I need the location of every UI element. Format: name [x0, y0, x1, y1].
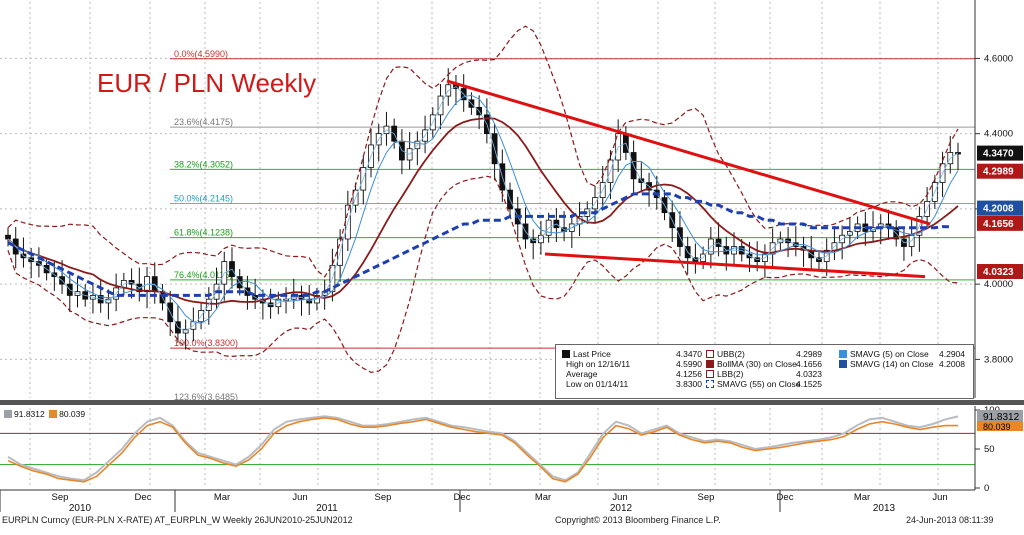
bollma-icon: [706, 360, 714, 368]
x-tick-label: Jun: [612, 492, 627, 503]
y-tick-label: 4.4000: [984, 129, 1013, 140]
candle-icon: [562, 350, 570, 358]
x-tick-label: Mar: [214, 492, 230, 503]
footer-center: Copyright© 2013 Bloomberg Finance L.P.: [555, 515, 721, 525]
osc-y-tick-label: 50: [984, 444, 995, 455]
fib-label: 23.6%(4.4175): [174, 117, 233, 127]
osc-tag-2: 80.039: [983, 422, 1011, 432]
smavg55-icon: [706, 380, 714, 388]
price-tag-label: 4.2989: [983, 167, 1014, 178]
x-tick-label: Sep: [698, 492, 715, 503]
oscillator-value-2: 80.039: [59, 409, 86, 419]
osc-y-tick-label: 0: [984, 483, 989, 494]
legend-lbb-value: 4.0323: [796, 369, 822, 379]
x-year-label: 2012: [610, 503, 633, 514]
y-tick-label: 4.6000: [984, 53, 1013, 64]
legend-smavg55: SMAVG (55) on Close: [706, 379, 800, 389]
oscillator-legend: 91.8312 80.039: [2, 409, 85, 419]
x-year-label: 2013: [873, 503, 896, 514]
lbb-icon: [706, 370, 714, 378]
legend-ubb-value: 4.2989: [796, 349, 822, 359]
x-tick-label: Dec: [454, 492, 471, 503]
price-tag-label: 4.1656: [983, 219, 1014, 230]
legend-lbb: LBB(2): [706, 369, 743, 379]
x-tick-label: Dec: [135, 492, 152, 503]
legend-smavg14: SMAVG (14) on Close: [839, 359, 933, 369]
price-tag-label: 4.2008: [983, 204, 1014, 215]
oscillator-swatch-2: [49, 410, 58, 418]
ubb-icon: [706, 350, 714, 358]
fib-label: 50.0%(4.2145): [174, 193, 233, 203]
legend-average: Average: [566, 369, 598, 379]
x-tick-label: Mar: [854, 492, 870, 503]
oscillator-swatch-1: [4, 410, 12, 418]
x-tick-label: Dec: [777, 492, 794, 503]
y-tick-label: 3.8000: [984, 354, 1013, 365]
x-tick-label: Sep: [52, 492, 69, 503]
fib-label: 0.0%(4.5990): [174, 49, 228, 59]
legend-last-price-value: 4.3470: [676, 349, 702, 359]
candle-body: [5, 234, 11, 240]
legend-bollma: BollMA (30) on Close: [706, 359, 797, 369]
x-year-label: 2010: [69, 503, 92, 514]
legend-smavg5: SMAVG (5) on Close: [839, 349, 929, 359]
x-tick-label: Sep: [375, 492, 392, 503]
legend-low: Low on 01/14/11: [566, 379, 629, 389]
price-tag-label: 4.3470: [983, 149, 1014, 160]
legend-smavg5-value: 4.2904: [939, 349, 965, 359]
legend-high: High on 12/16/11: [566, 359, 631, 369]
x-year-label: 2011: [316, 503, 338, 514]
legend-smavg14-value: 4.2008: [939, 359, 965, 369]
oscillator-value-1: 91.8312: [14, 409, 45, 419]
legend-high-value: 4.5990: [676, 359, 702, 369]
y-tick-label: 4.0000: [984, 279, 1013, 290]
x-tick-label: Mar: [535, 492, 551, 503]
legend-last-price: Last Price: [562, 349, 611, 359]
fib-label: 100.0%(3.8300): [174, 338, 238, 348]
fib-label: 61.8%(4.1238): [174, 228, 233, 238]
fib-label: 38.2%(4.3052): [174, 159, 233, 169]
x-tick-label: Jun: [932, 492, 947, 503]
price-tag-label: 4.0323: [983, 267, 1014, 278]
legend-average-value: 4.1256: [676, 369, 702, 379]
main-plot-bg: [0, 0, 975, 398]
chart-legend: Last Price 4.3470 High on 12/16/11 4.599…: [555, 344, 974, 399]
smavg14-icon: [839, 360, 847, 368]
chart-title: EUR / PLN Weekly: [97, 68, 317, 98]
legend-low-value: 3.8300: [676, 379, 702, 389]
footer-left: EURPLN Curncy (EUR-PLN X-RATE) AT_EURPLN…: [2, 515, 353, 525]
legend-smavg55-value: 4.1525: [796, 379, 822, 389]
smavg5-icon: [839, 350, 847, 358]
legend-bollma-value: 4.1656: [796, 359, 822, 369]
x-tick-label: Jun: [292, 492, 307, 503]
panel-separator: [0, 400, 1024, 405]
legend-ubb: UBB(2): [706, 349, 745, 359]
footer-right: 24-Jun-2013 08:11:39: [906, 515, 994, 525]
